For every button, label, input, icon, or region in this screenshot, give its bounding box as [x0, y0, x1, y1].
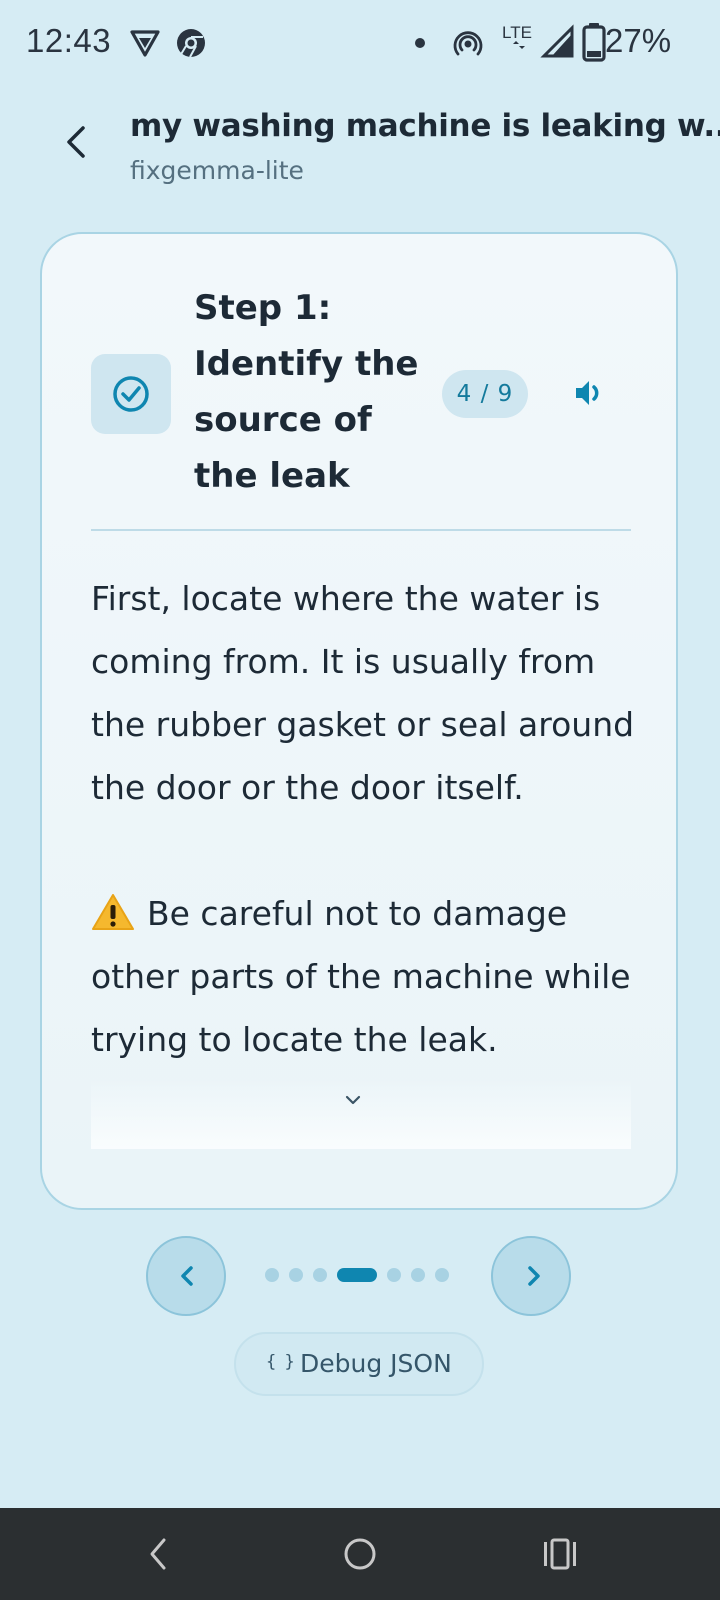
svg-text:LTE: LTE [502, 23, 532, 42]
step-pager [0, 1236, 720, 1320]
pager-dot [387, 1268, 401, 1282]
scroll-fade [91, 1079, 631, 1149]
back-icon[interactable] [144, 1536, 172, 1572]
step-warning: Be careful not to damage other parts of … [91, 882, 636, 1071]
battery-icon [582, 23, 606, 62]
pager-dot [313, 1268, 327, 1282]
vpn-icon [130, 30, 160, 57]
step-instruction: First, locate where the water is coming … [91, 579, 635, 807]
step-icon-box [91, 354, 171, 434]
step-title: Step 1: Identify the source of the leak [194, 288, 419, 496]
chrome-icon [177, 29, 205, 58]
step-counter: 4 / 9 [442, 370, 528, 418]
check-circle-icon [113, 376, 149, 412]
system-navigation-bar [0, 1508, 720, 1600]
back-button[interactable] [55, 120, 99, 164]
divider [91, 529, 631, 531]
chevron-left-icon [181, 1266, 193, 1286]
signal-icon [540, 24, 574, 58]
pager-dot [435, 1268, 449, 1282]
warning-icon [92, 894, 134, 930]
hotspot-icon [453, 31, 483, 56]
notification-dot [415, 38, 425, 48]
lte-icon: LTE [502, 23, 532, 49]
battery-percentage: 27% [605, 22, 672, 59]
next-step-button[interactable] [491, 1236, 571, 1316]
step-card: Step 1: Identify the source of the leak … [40, 232, 678, 1210]
previous-step-button[interactable] [146, 1236, 226, 1316]
app-header: my washing machine is leaking w... fixge… [0, 100, 720, 200]
page-subtitle: fixgemma-lite [130, 156, 304, 185]
debug-json-button[interactable]: { } Debug JSON [234, 1332, 484, 1396]
chevron-down-icon[interactable] [344, 1094, 362, 1106]
home-icon[interactable] [342, 1536, 378, 1572]
braces-icon: { } [266, 1352, 295, 1372]
pager-dot-active [337, 1268, 377, 1282]
pager-dot [265, 1268, 279, 1282]
speaker-icon[interactable] [572, 376, 606, 410]
pager-dot [289, 1268, 303, 1282]
debug-json-label: Debug JSON [300, 1349, 452, 1378]
step-body: First, locate where the water is coming … [91, 567, 636, 1071]
status-bar: 12:43 LTE 27% [0, 0, 720, 88]
step-warning-text: Be careful not to damage other parts of … [91, 894, 631, 1059]
recents-icon[interactable] [542, 1538, 578, 1570]
pager-dot [411, 1268, 425, 1282]
chevron-right-icon [528, 1266, 540, 1286]
page-title: my washing machine is leaking w... [130, 108, 720, 144]
status-time: 12:43 [26, 22, 112, 59]
